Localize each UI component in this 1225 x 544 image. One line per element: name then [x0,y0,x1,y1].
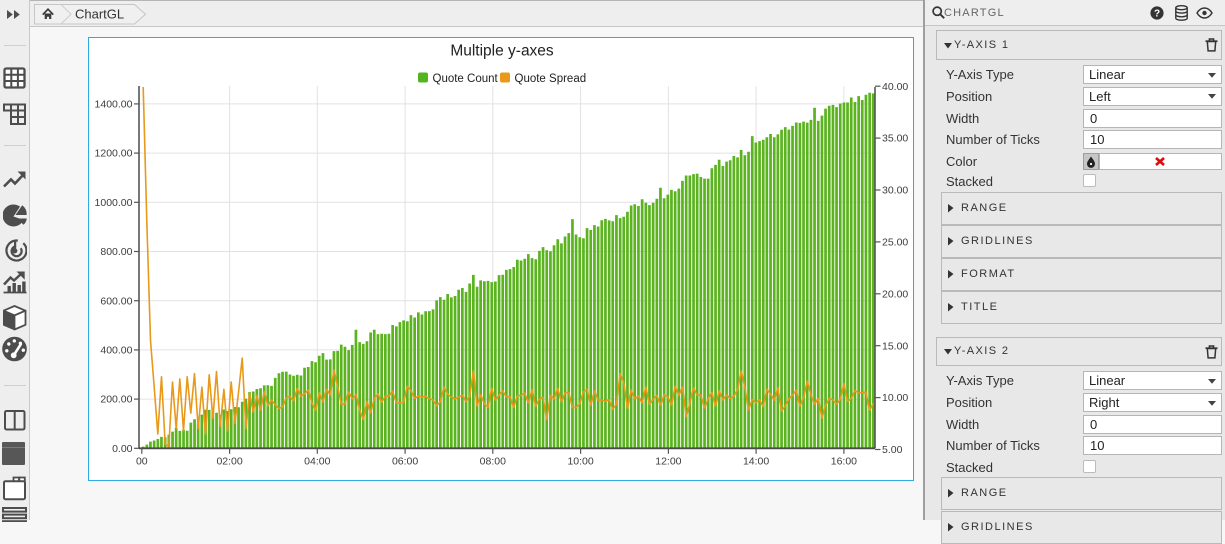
svg-text:1200.00: 1200.00 [95,148,133,160]
svg-text:1400.00: 1400.00 [95,99,133,111]
svg-text:16:00: 16:00 [831,455,857,467]
svg-text:12:00: 12:00 [655,455,681,467]
svg-text:400.00: 400.00 [100,345,132,357]
svg-text:30.00: 30.00 [882,185,908,197]
svg-text:04:00: 04:00 [304,455,330,467]
svg-text:10.00: 10.00 [882,392,908,404]
svg-text:0.00: 0.00 [112,443,133,455]
svg-text:25.00: 25.00 [882,237,908,249]
svg-text:Multiple y-axes: Multiple y-axes [450,43,554,60]
svg-text:600.00: 600.00 [100,295,132,307]
svg-text:ChartGL: ChartGL [75,6,124,21]
svg-text:?: ? [1154,9,1160,20]
svg-text:15.00: 15.00 [882,340,908,352]
svg-text:800.00: 800.00 [100,246,132,258]
svg-text:35.00: 35.00 [882,133,908,145]
svg-text:06:00: 06:00 [392,455,418,467]
svg-text:Quote Count: Quote Count [433,73,499,85]
svg-text:02:00: 02:00 [216,455,242,467]
svg-text:200.00: 200.00 [100,394,132,406]
svg-text:00: 00 [136,455,148,467]
svg-text:10:00: 10:00 [567,455,593,467]
svg-text:1000.00: 1000.00 [95,197,133,209]
svg-text:14:00: 14:00 [743,455,769,467]
svg-text:40.00: 40.00 [882,81,908,93]
svg-text:20.00: 20.00 [882,288,908,300]
svg-text:08:00: 08:00 [480,455,506,467]
svg-text:Quote Spread: Quote Spread [515,73,587,85]
svg-text:5.00: 5.00 [882,444,903,456]
